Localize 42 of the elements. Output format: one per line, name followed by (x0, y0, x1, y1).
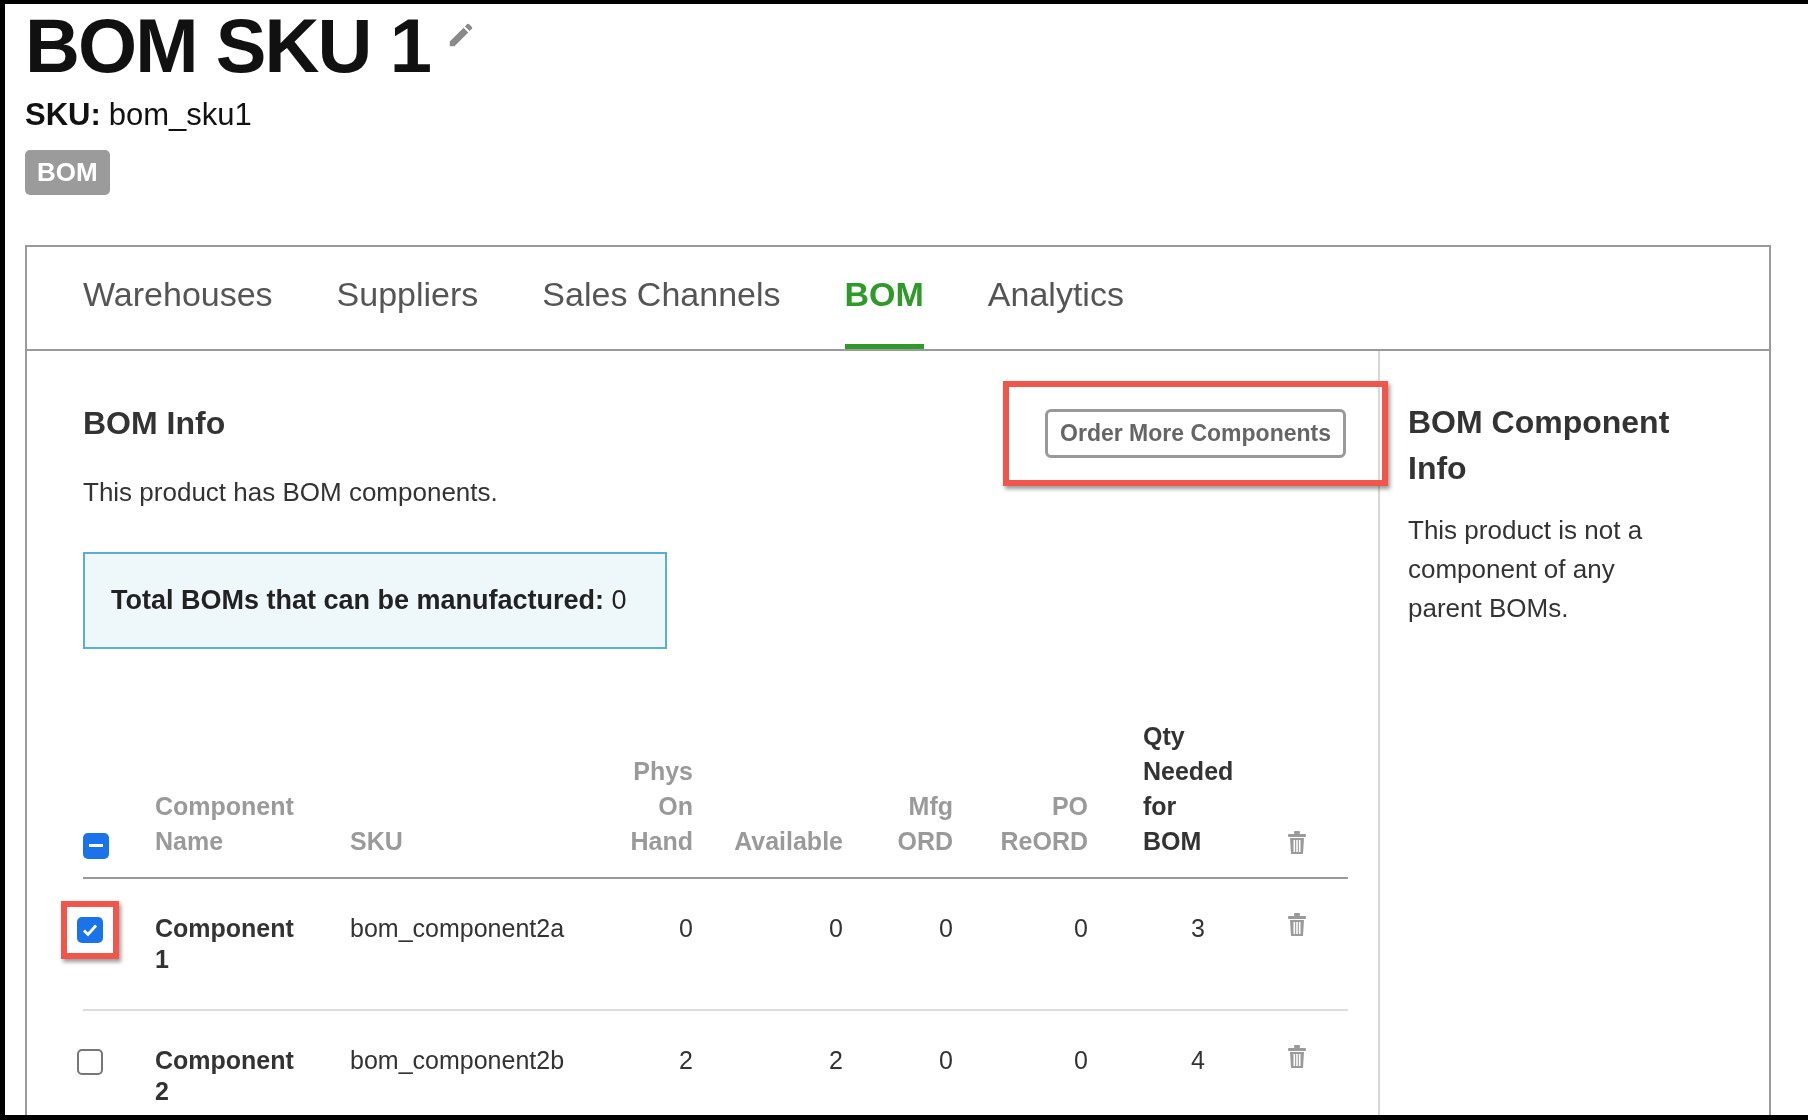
tab[interactable]: Warehouses (83, 269, 273, 350)
table-cell: 0 (939, 1045, 953, 1074)
tab[interactable]: Sales Channels (542, 269, 781, 350)
table-cell: 0 (1074, 1045, 1088, 1074)
section-text: This product is not a component of any parent BOMs. (1408, 514, 1644, 626)
column-header: Phys On Hand (629, 755, 693, 857)
tab[interactable]: BOM (844, 269, 924, 350)
table-cell: 2 (679, 1045, 693, 1074)
column-header: SKU (350, 825, 403, 857)
table-cell: bom_component2a (350, 913, 565, 942)
product-title: BOM SKU 1 (25, 4, 431, 88)
tab[interactable]: Suppliers (336, 269, 479, 350)
total-boms-box: Total BOMs that can be manufactured: 0 (83, 552, 667, 649)
trash-icon[interactable] (1286, 1044, 1307, 1069)
column-header: Mfg ORD (896, 790, 953, 857)
sku-label: SKU: (25, 95, 101, 134)
table-cell: 0 (1074, 913, 1088, 942)
table-cell-text: Component 2 (155, 1044, 295, 1107)
table-cell: 3 (1191, 913, 1205, 942)
order-more-components-button[interactable]: Order More Components (1045, 409, 1346, 458)
bom-badge: BOM (25, 150, 110, 196)
section-heading: BOM Info (83, 404, 227, 444)
header-checkbox[interactable] (83, 832, 109, 859)
checkbox[interactable] (77, 916, 103, 943)
table-cell: 0 (829, 913, 843, 942)
column-header: Available (734, 825, 843, 857)
section-heading: BOM Component Info (1408, 403, 1671, 489)
column-header: Qty Needed for BOM (1143, 720, 1233, 857)
table-cell: 0 (939, 913, 953, 942)
checkbox[interactable] (77, 1048, 103, 1075)
table-cell: 2 (829, 1045, 843, 1074)
sku-value: bom_sku1 (108, 95, 252, 134)
trash-icon[interactable] (1286, 912, 1307, 937)
table-cell: 4 (1191, 1045, 1205, 1074)
section-text: This product has BOM components. (83, 476, 498, 510)
table-cell-text: Component 1 (155, 912, 295, 975)
table-cell: bom_component2b (350, 1045, 565, 1074)
tab[interactable]: Analytics (987, 269, 1124, 350)
column-header: PO ReORD (999, 790, 1088, 857)
trash-icon[interactable] (1286, 830, 1307, 855)
column-header: Component Name (155, 790, 295, 857)
table-cell: 0 (679, 913, 693, 942)
